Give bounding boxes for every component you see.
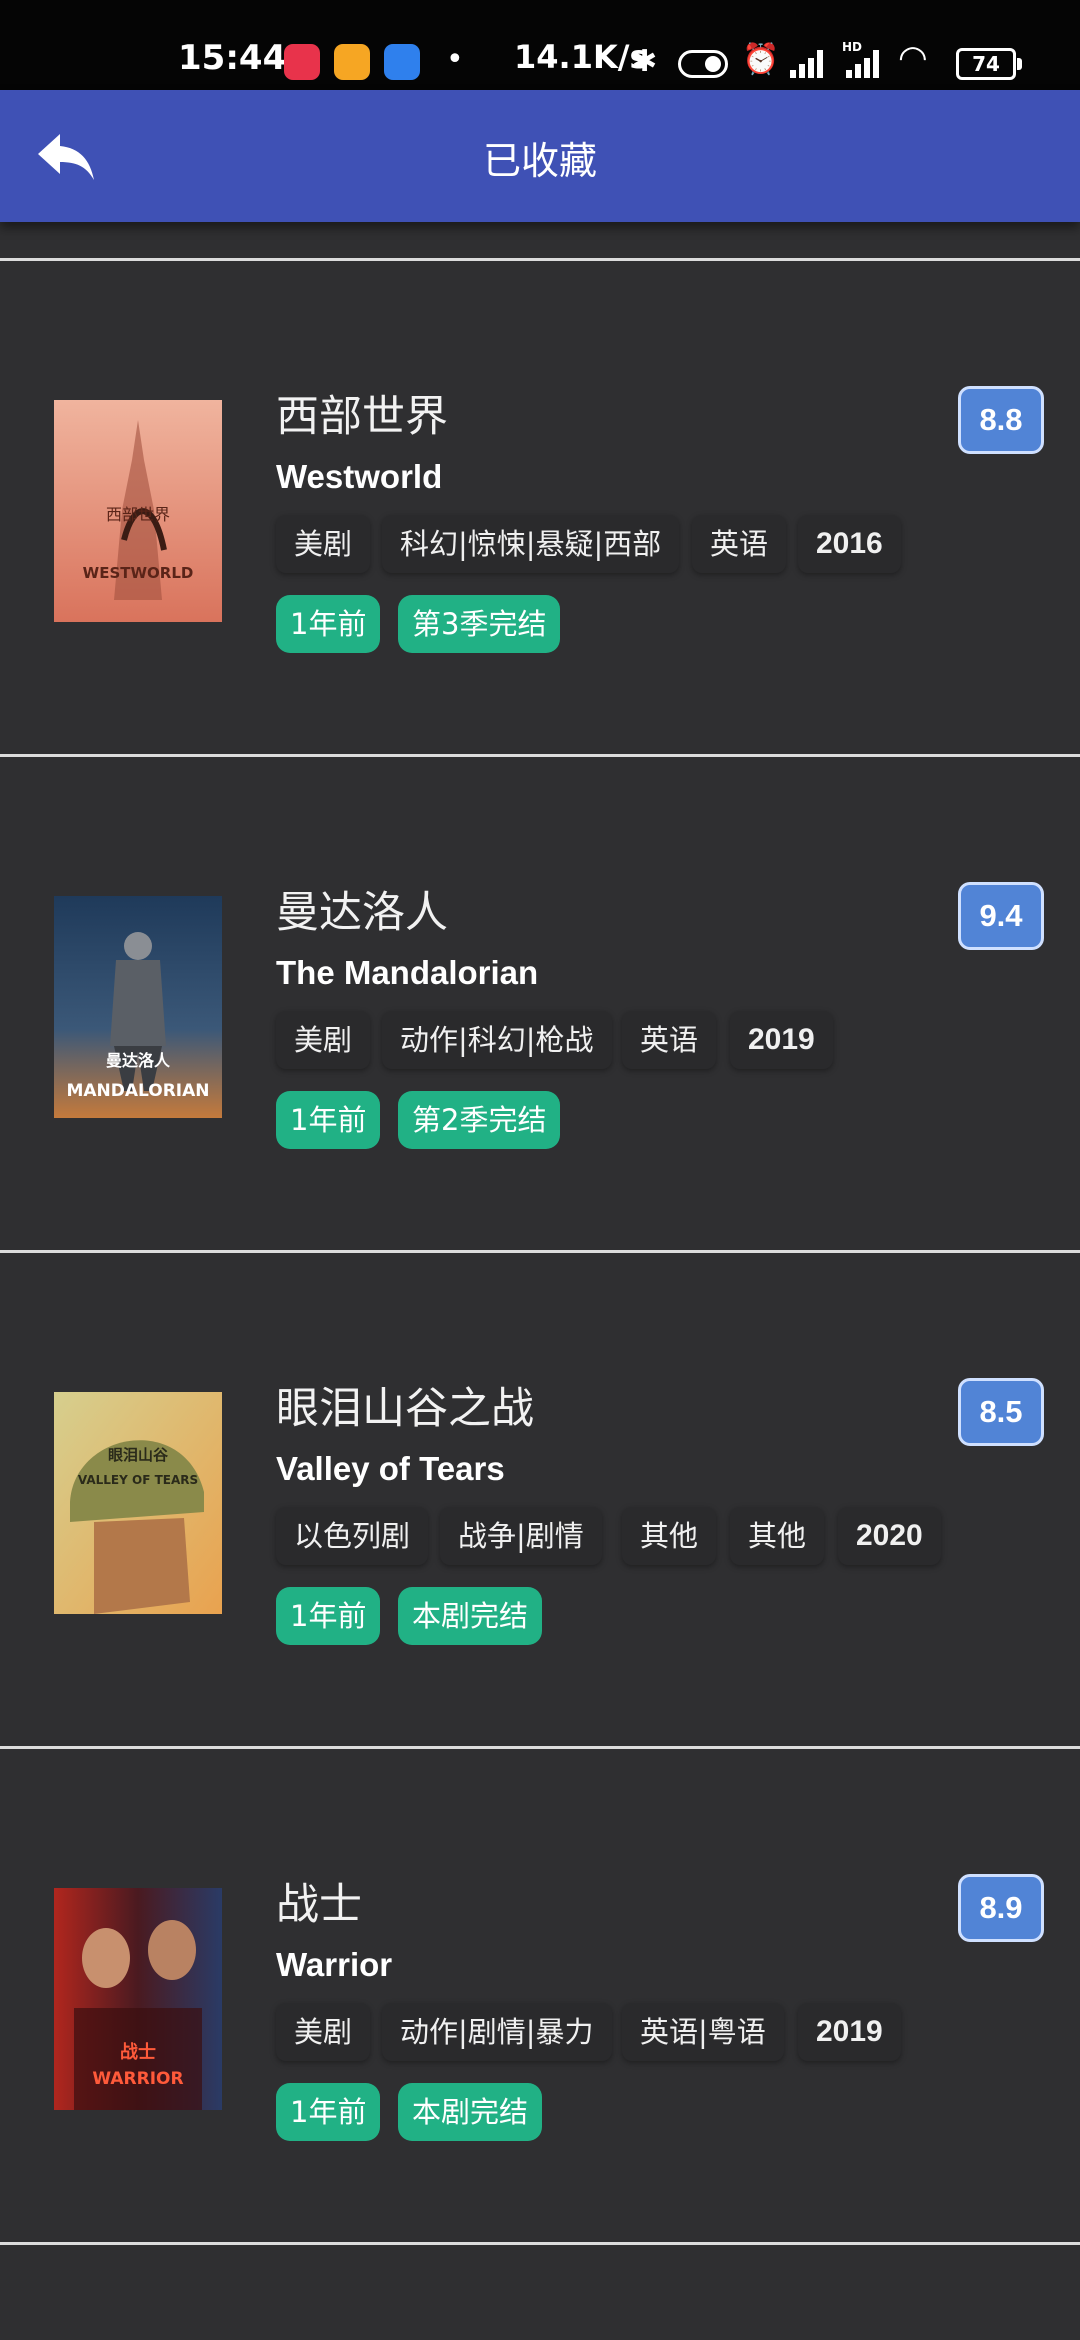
status-dot: •: [446, 42, 464, 77]
title-chinese: 曼达洛人: [276, 888, 448, 938]
badge-status: 本剧完结: [398, 1587, 543, 1645]
tag-year: 2020: [838, 1507, 941, 1565]
rating-badge: 8.5: [958, 1378, 1044, 1446]
svg-text:WESTWORLD: WESTWORLD: [83, 564, 194, 582]
svg-text:战士: 战士: [120, 2042, 156, 2063]
rating-badge: 8.9: [958, 1874, 1044, 1942]
badge-status: 第2季完结: [398, 1091, 561, 1149]
rating-badge: 9.4: [958, 882, 1044, 950]
badge-updated: 1年前: [276, 2083, 381, 2141]
tag-region: 美剧: [276, 2003, 371, 2061]
wifi-icon: ◠: [898, 38, 928, 78]
list-item[interactable]: 曼达洛人 MANDALORIAN 曼达洛人 The Mandalorian 美剧…: [0, 758, 1080, 1250]
tag-region: 以色列剧: [276, 1507, 429, 1565]
tag-year: 2019: [730, 1011, 833, 1069]
tag-region: 美剧: [276, 515, 371, 573]
badge-updated: 1年前: [276, 1091, 381, 1149]
alarm-icon: ⏰: [742, 42, 780, 77]
toggle-icon: [678, 50, 728, 78]
status-time: 15:44: [178, 38, 287, 78]
tag-genre: 动作|剧情|暴力: [382, 2003, 612, 2061]
badge-updated: 1年前: [276, 1587, 381, 1645]
divider: [0, 1250, 1080, 1253]
title-english: Westworld: [276, 458, 443, 495]
signal-hd-icon: [846, 48, 886, 78]
list-item[interactable]: 战士 WARRIOR 战士 Warrior 美剧 动作|剧情|暴力 英语|粤语 …: [0, 1750, 1080, 2242]
svg-text:西部世界: 西部世界: [106, 505, 170, 524]
svg-text:VALLEY OF TEARS: VALLEY OF TEARS: [78, 1473, 198, 1487]
tag-language: 英语|粤语: [622, 2003, 784, 2061]
signal-icon: [790, 48, 830, 78]
page-title: 已收藏: [482, 139, 597, 183]
network-speed: 14.1K/s: [514, 38, 649, 76]
divider: [0, 754, 1080, 757]
tag-language: 英语: [692, 515, 787, 573]
tag-other: 其他: [730, 1507, 825, 1565]
poster-image: 眼泪山谷 VALLEY OF TEARS: [54, 1392, 222, 1614]
title-chinese: 眼泪山谷之战: [276, 1384, 534, 1434]
divider: [0, 258, 1080, 261]
tag-genre: 科幻|惊悚|悬疑|西部: [382, 515, 680, 573]
app-bar: 已收藏: [0, 90, 1080, 222]
badge-status: 第3季完结: [398, 595, 561, 653]
tag-year: 2016: [798, 515, 901, 573]
svg-text:WARRIOR: WARRIOR: [92, 2069, 183, 2089]
tag-year: 2019: [798, 2003, 901, 2061]
title-chinese: 战士: [276, 1880, 362, 1930]
svg-text:眼泪山谷: 眼泪山谷: [108, 1446, 169, 1464]
title-chinese: 西部世界: [276, 392, 448, 442]
title-english: The Mandalorian: [276, 954, 539, 991]
tag-genre: 战争|剧情: [440, 1507, 602, 1565]
svg-text:MANDALORIAN: MANDALORIAN: [66, 1081, 209, 1101]
divider: [0, 2242, 1080, 2245]
tag-language: 其他: [622, 1507, 717, 1565]
poster-image: 西部世界 WESTWORLD: [54, 400, 222, 622]
tag-region: 美剧: [276, 1011, 371, 1069]
divider: [0, 1746, 1080, 1749]
tag-language: 英语: [622, 1011, 717, 1069]
tag-genre: 动作|科幻|枪战: [382, 1011, 612, 1069]
bluetooth-icon: ✱: [632, 44, 658, 79]
svg-text:曼达洛人: 曼达洛人: [106, 1051, 171, 1070]
title-english: Valley of Tears: [276, 1450, 505, 1487]
list-item[interactable]: 眼泪山谷 VALLEY OF TEARS 眼泪山谷之战 Valley of Te…: [0, 1254, 1080, 1746]
list-item[interactable]: 西部世界 WESTWORLD 西部世界 Westworld 美剧 科幻|惊悚|悬…: [0, 262, 1080, 754]
badge-updated: 1年前: [276, 595, 381, 653]
poster-image: 曼达洛人 MANDALORIAN: [54, 896, 222, 1118]
poster-image: 战士 WARRIOR: [54, 1888, 222, 2110]
rating-badge: 8.8: [958, 386, 1044, 454]
battery-icon: 74: [956, 48, 1022, 80]
title-english: Warrior: [276, 1946, 393, 1983]
check-app-icon: [384, 44, 420, 80]
status-bar: 15:44 • 14.1K/s ✱ ⏰ HD ◠ 74: [0, 0, 1080, 90]
music-app-icon: [284, 44, 320, 80]
badge-status: 本剧完结: [398, 2083, 543, 2141]
notes-app-icon: [334, 44, 370, 80]
